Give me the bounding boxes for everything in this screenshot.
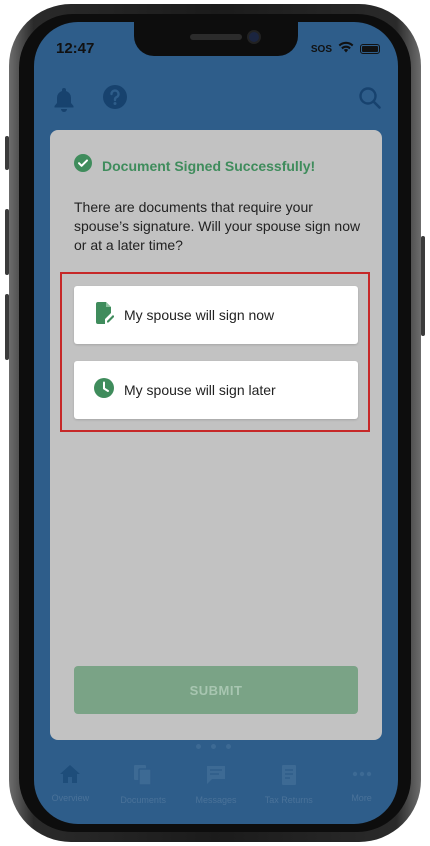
page-indicator — [196, 744, 231, 749]
success-banner: Document Signed Successfully! — [74, 154, 315, 177]
sign-later-label: My spouse will sign later — [124, 382, 276, 398]
help-icon[interactable] — [102, 84, 128, 115]
camera — [249, 32, 259, 42]
documents-icon — [133, 764, 153, 791]
page-dot — [226, 744, 231, 749]
check-circle-icon — [74, 154, 92, 177]
app-header — [34, 82, 398, 122]
tab-more[interactable]: More — [327, 764, 397, 803]
tab-tax-returns[interactable]: Tax Returns — [254, 764, 324, 805]
battery-icon — [360, 44, 380, 54]
sign-later-option[interactable]: My spouse will sign later — [74, 361, 358, 419]
success-message: Document Signed Successfully! — [102, 157, 316, 174]
volume-up-button — [5, 209, 9, 275]
wifi-icon — [338, 40, 354, 58]
submit-button[interactable]: SUBMIT — [74, 666, 358, 714]
status-indicators: SOS — [311, 40, 380, 58]
tab-label-documents: Documents — [120, 795, 166, 805]
speaker — [190, 34, 242, 40]
notch — [134, 22, 298, 56]
tax-return-icon — [279, 764, 299, 791]
tab-documents[interactable]: Documents — [108, 764, 178, 805]
bottom-tab-bar: Overview Documents Messages Tax Returns … — [34, 752, 398, 824]
home-icon — [59, 764, 81, 789]
tab-label-more: More — [351, 793, 372, 803]
status-time: 12:47 — [56, 40, 95, 57]
page-dot — [211, 744, 216, 749]
tab-label-overview: Overview — [51, 793, 90, 803]
message-icon — [205, 764, 227, 791]
mute-switch — [5, 136, 9, 170]
clock-icon — [94, 377, 114, 403]
spouse-signature-dialog: Document Signed Successfully! There are … — [50, 130, 382, 740]
spouse-prompt: There are documents that require your sp… — [74, 199, 361, 253]
page-dot — [196, 744, 201, 749]
power-button — [421, 236, 425, 336]
volume-down-button — [5, 294, 9, 360]
tab-overview[interactable]: Overview — [35, 764, 105, 803]
tab-label-messages: Messages — [195, 795, 237, 805]
document-edit-icon — [94, 301, 115, 329]
bell-icon[interactable] — [52, 86, 76, 117]
more-icon — [351, 764, 373, 789]
sign-now-label: My spouse will sign now — [124, 307, 275, 323]
app-screen: 12:47 SOS Document Signed Successfully! … — [34, 22, 398, 824]
sos-indicator: SOS — [310, 43, 332, 55]
tab-messages[interactable]: Messages — [181, 764, 251, 805]
tab-label-tax-returns: Tax Returns — [264, 795, 313, 805]
sign-now-option[interactable]: My spouse will sign now — [74, 286, 358, 344]
search-icon[interactable] — [358, 86, 382, 115]
